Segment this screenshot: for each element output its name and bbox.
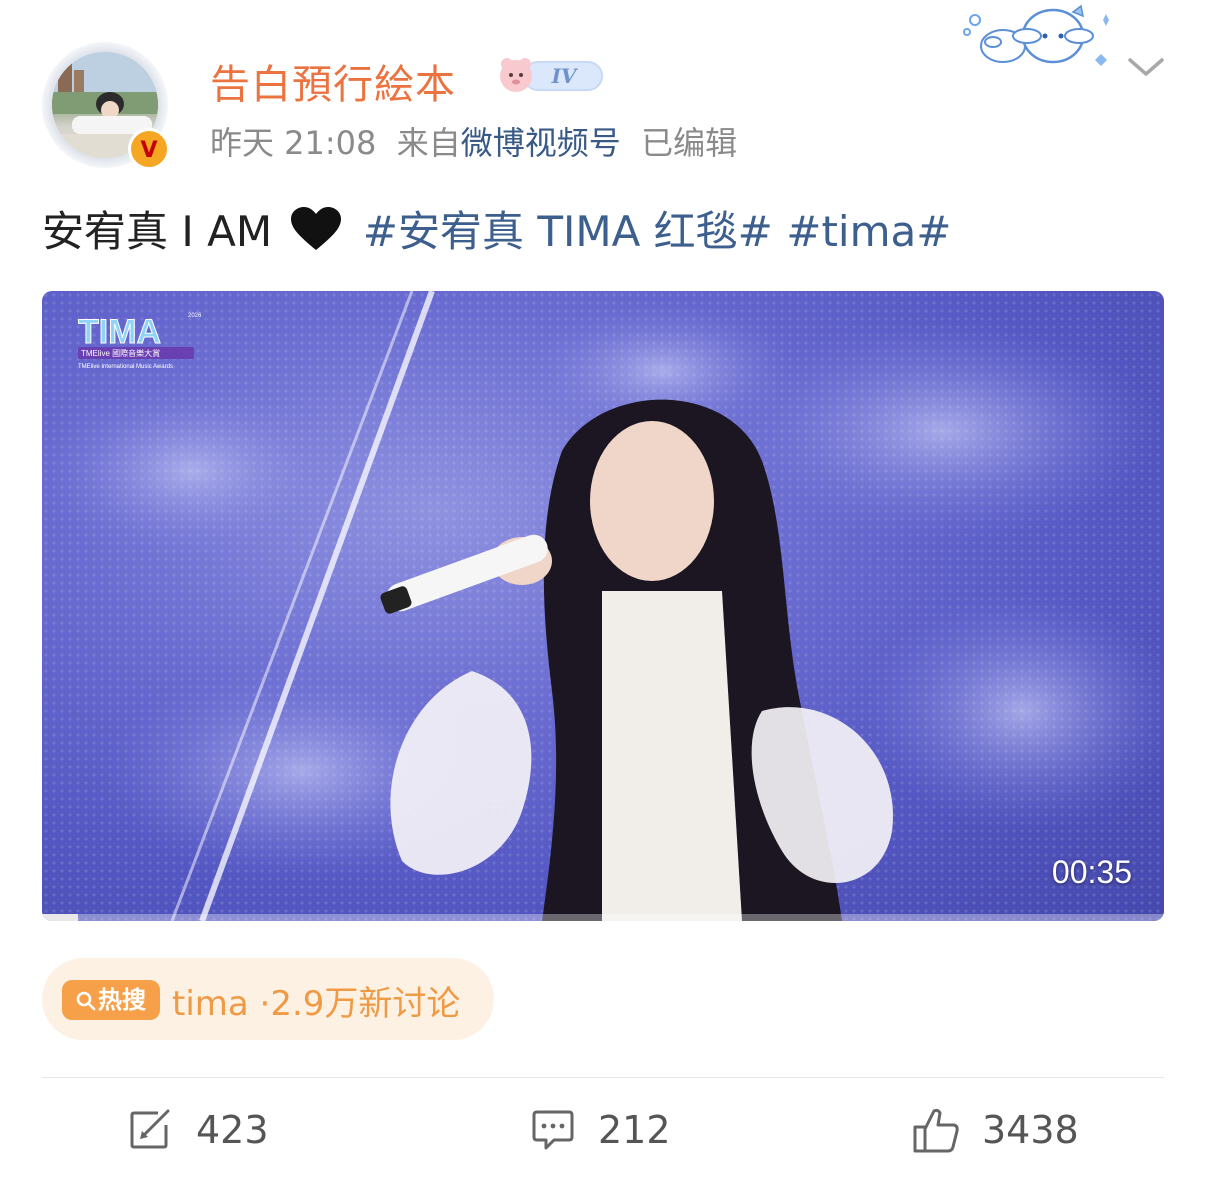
video-progress-track[interactable] [42,914,1164,921]
level-badge: IV [494,54,606,96]
repost-button[interactable]: 423 [128,1102,269,1158]
hot-search-detail: ·2.9万新讨论 [259,984,461,1024]
video-frame [42,291,1164,921]
source-prefix: 来自 [396,124,461,162]
hot-search-badge-label: 热搜 [98,986,146,1014]
post-meta: 昨天 21:08 来自微博视频号 已编辑 [210,118,737,164]
like-button[interactable]: 3438 [912,1102,1079,1158]
tima-logo-tagline: TMElive International Music Awards [78,364,173,370]
tima-logo-text: TIMA [78,313,161,351]
post-body: 安宥真 I AM [42,207,273,256]
level-badge-text: IV [551,64,579,88]
search-icon [76,991,96,1011]
edited-label[interactable]: 已编辑 [641,124,737,162]
video-duration: 00:35 [1051,854,1132,890]
repost-count: 423 [196,1108,269,1152]
verified-badge-icon: V [128,128,170,170]
comment-icon [532,1110,574,1150]
tima-logo: TIMA 2026 TMElive 國際音樂大賞 TMElive Interna… [78,309,204,371]
video-player[interactable]: TIMA 2026 TMElive 國際音樂大賞 TMElive Interna… [42,291,1164,921]
source-link[interactable]: 微博视频号 [461,124,621,162]
tima-logo-year: 2026 [188,313,202,319]
cinnamoroll-decoration-icon [955,2,1115,74]
black-heart-icon [289,206,343,252]
chevron-down-icon[interactable] [1124,50,1168,84]
username[interactable]: 告白預行絵本 [210,52,456,110]
thumbs-up-icon [913,1108,959,1153]
post-time: 昨天 21:08 [210,124,377,162]
comment-button[interactable]: 212 [530,1102,671,1158]
divider [42,1077,1164,1078]
hot-search-badge: 热搜 [62,980,160,1020]
post-text: 安宥真 I AM #安宥真 TIMA 红毯# #tima# [42,198,951,259]
hashtag-link[interactable]: #tima# [786,207,951,256]
tima-logo-subtitle: TMElive 國際音樂大賞 [81,348,160,358]
hot-search-text[interactable]: tima ·2.9万新讨论 [172,976,460,1025]
hashtag-link[interactable]: #安宥真 TIMA 红毯# [363,207,773,256]
video-progress-fill [42,914,78,921]
repost-icon [130,1109,170,1149]
comment-count: 212 [598,1108,671,1152]
like-count: 3438 [982,1108,1079,1152]
hot-search-keyword: tima [172,984,249,1024]
